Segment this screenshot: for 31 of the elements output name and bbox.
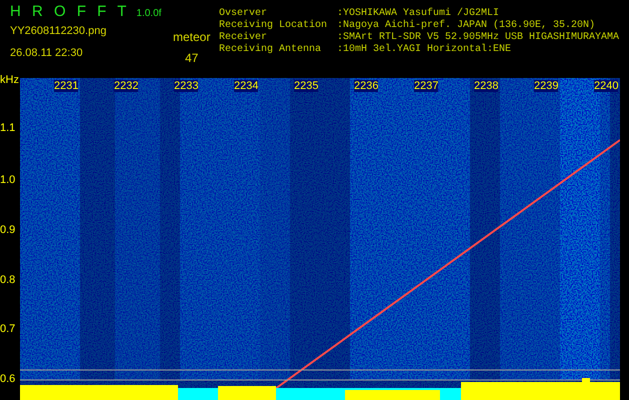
time-label: 2240 <box>594 80 618 92</box>
time-label: 2235 <box>294 80 318 92</box>
version-label: 1.0.0f <box>136 7 162 21</box>
info-label: Receiver <box>218 32 268 44</box>
info-value: :Nagoya Aichi-pref. JAPAN (136.90E, 35.20N) <box>336 20 595 32</box>
y-axis-label: 0.6 <box>0 373 16 385</box>
info-label: Receiving Antenna <box>218 44 322 56</box>
timestamp: 26.08.11 22:30 <box>10 46 83 60</box>
meteor-count: 47 <box>184 50 198 67</box>
axis-unit: kHz <box>0 73 19 88</box>
info-value: :SMArt RTL-SDR V5 52.905MHz USB HIGASHIMURAYAMA <box>336 32 619 44</box>
meteor-label: meteor <box>172 29 210 46</box>
y-axis-label: 0.8 <box>0 274 16 286</box>
time-label: 2234 <box>234 80 258 92</box>
time-label: 2238 <box>474 80 498 92</box>
time-label: 2232 <box>114 80 138 92</box>
info-value: :YOSHIKAWA Yasufumi /JG2MLI <box>336 8 499 20</box>
info-label: Ovserver <box>218 8 268 20</box>
time-label: 2231 <box>54 80 78 92</box>
time-label: 2239 <box>534 80 558 92</box>
app-title: H R O F F T <box>10 4 126 20</box>
time-label: 2233 <box>174 80 198 92</box>
file-name: YY2608112230.png <box>10 24 106 39</box>
y-axis-label: 1.1 <box>0 122 16 134</box>
y-axis-label: 1.0 <box>0 174 16 186</box>
info-label: Receiving Location <box>218 20 328 32</box>
y-axis-label: 0.7 <box>0 323 16 335</box>
y-axis-label: 0.9 <box>0 224 16 236</box>
info-value: :10mH 3el.YAGI Horizontal:ENE <box>336 44 511 56</box>
time-label: 2236 <box>354 80 378 92</box>
time-label: 2237 <box>414 80 438 92</box>
